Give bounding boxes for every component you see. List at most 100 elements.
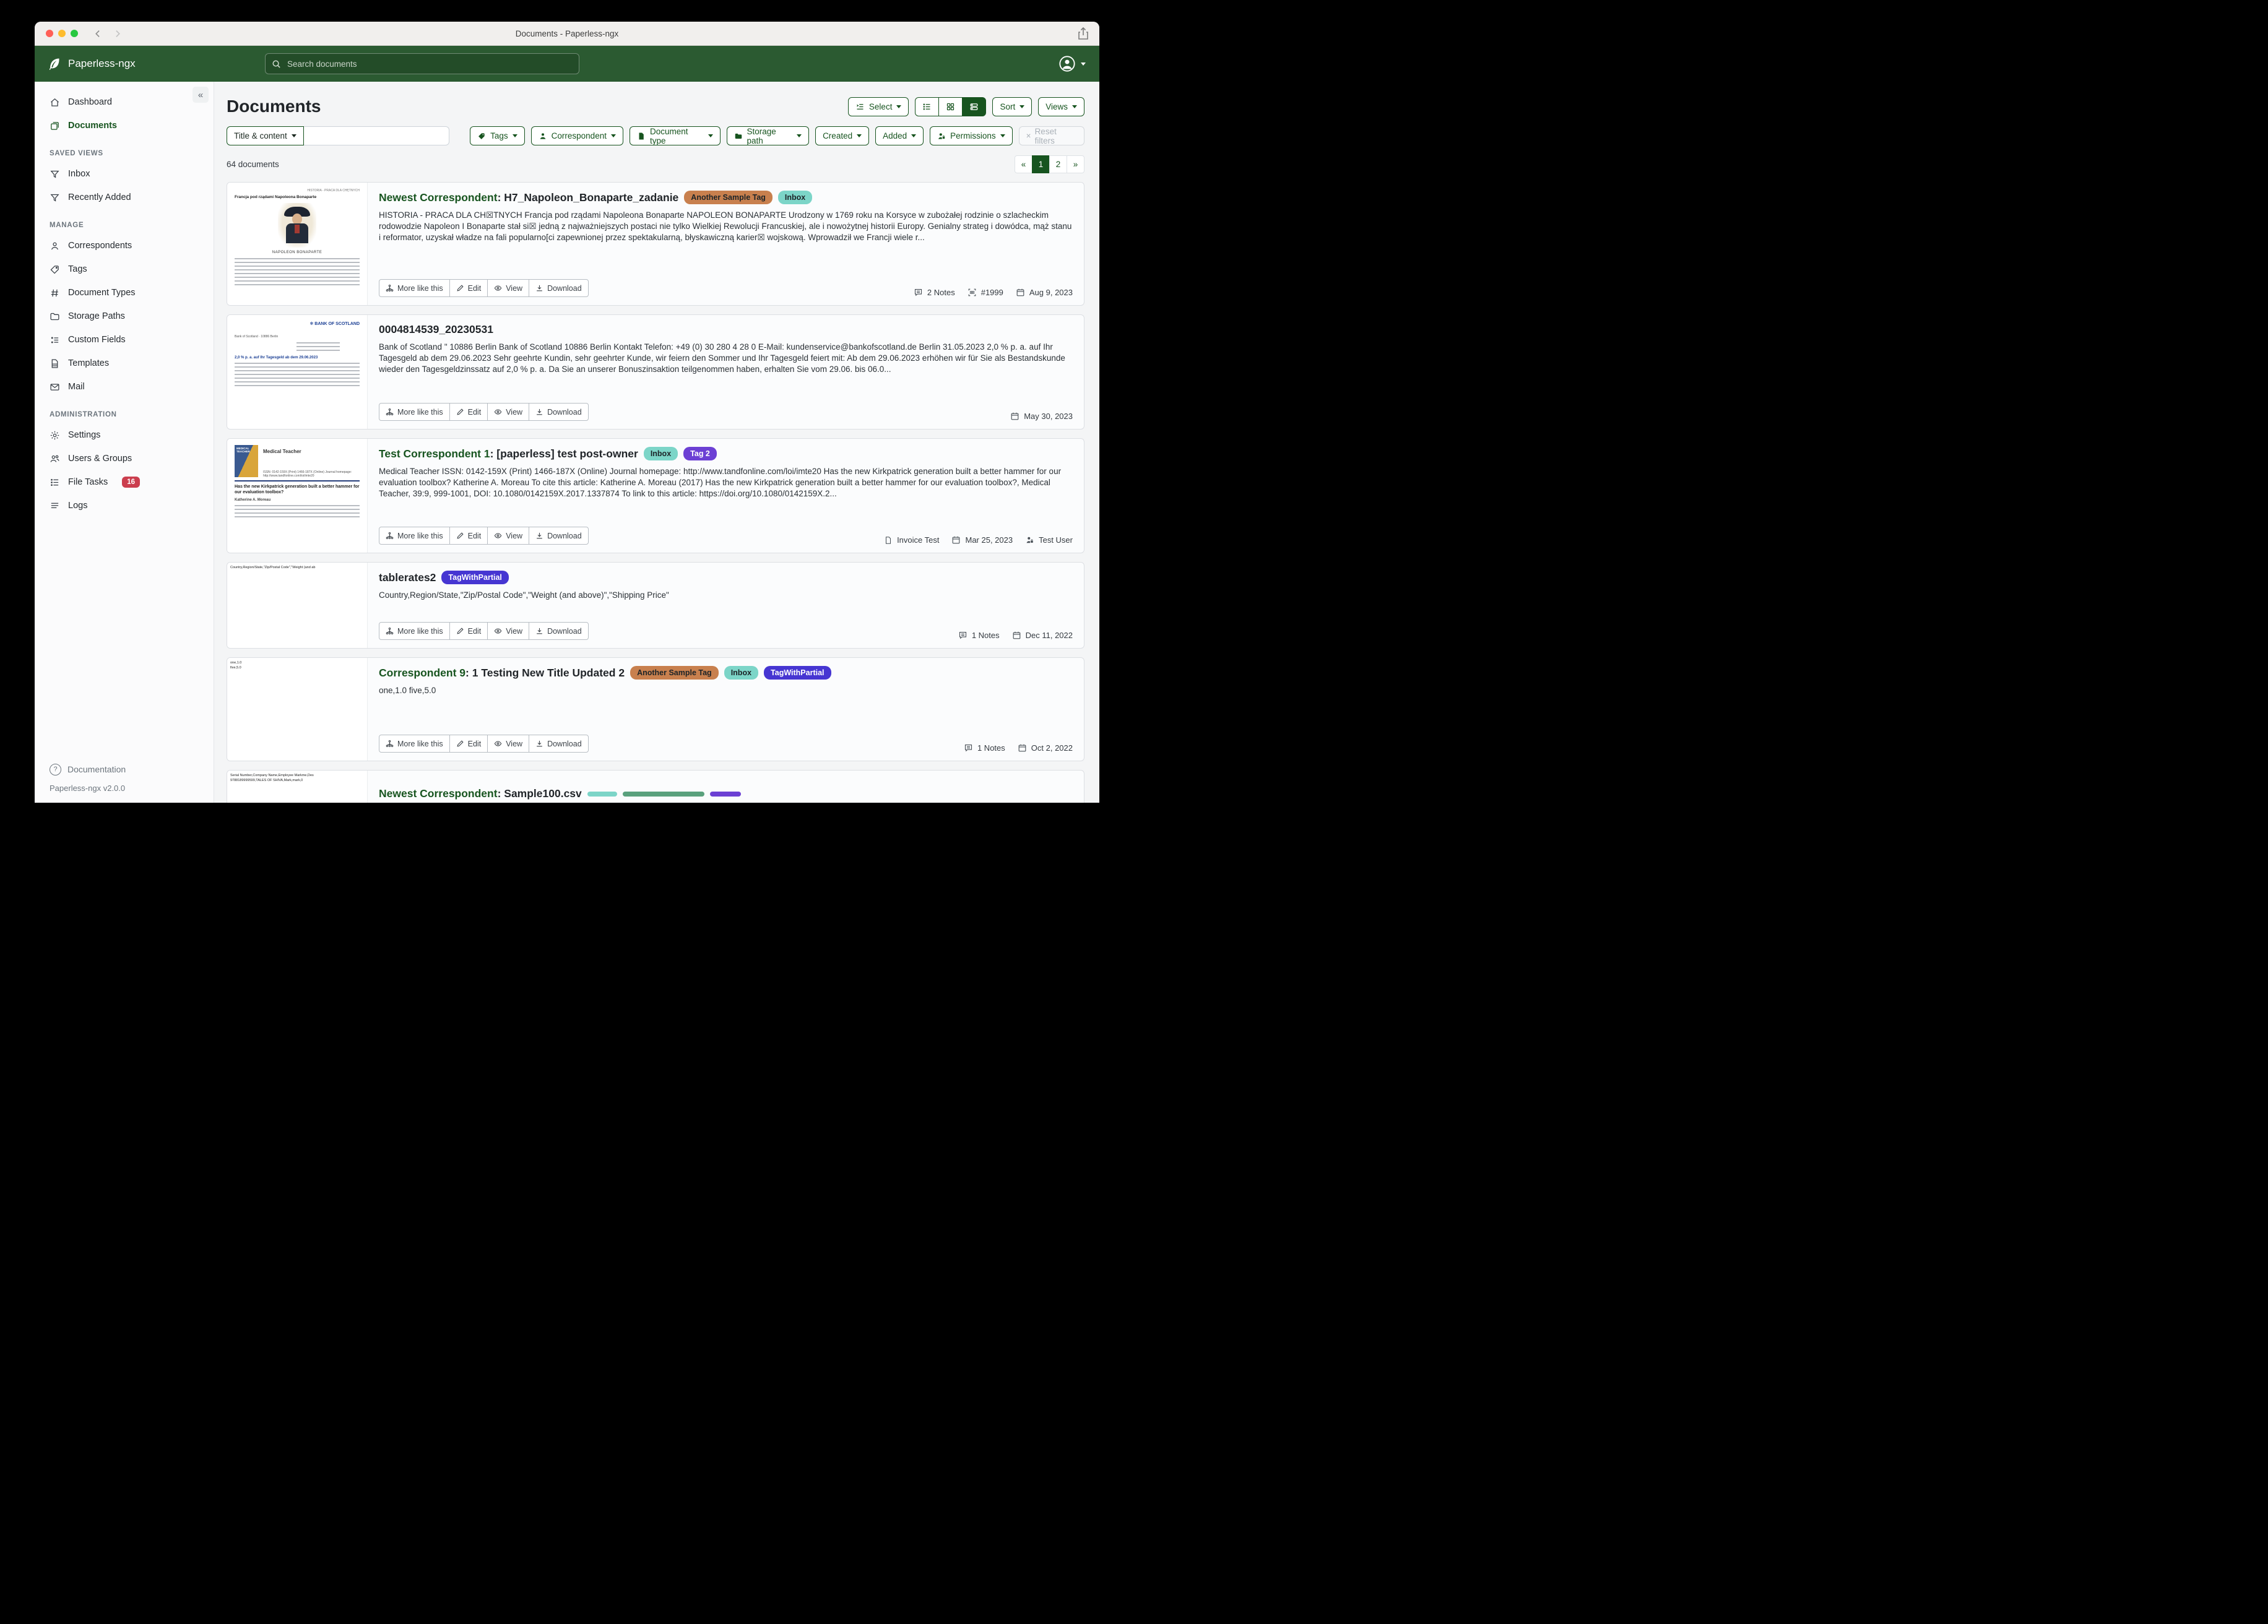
edit-button[interactable]: Edit [449,527,488,545]
document-title-link[interactable]: Correspondent 9: 1 Testing New Title Upd… [379,667,625,680]
date-indicator[interactable]: Dec 11, 2022 [1012,631,1073,640]
sidebar-item-inbox[interactable]: Inbox [35,162,214,186]
sidebar-item-recently-added[interactable]: Recently Added [35,186,214,209]
edit-button[interactable]: Edit [449,403,488,421]
sidebar-collapse-button[interactable]: « [193,87,209,103]
document-thumbnail[interactable]: Country,Region/State,"Zip/Postal Code","… [227,563,368,648]
sidebar-item-file-tasks[interactable]: File Tasks 16 [35,470,214,494]
select-button[interactable]: Select [848,97,909,116]
date-indicator[interactable]: Mar 25, 2023 [951,535,1013,545]
more-like-this-button[interactable]: More like this [379,735,450,753]
pagination-page-1[interactable]: 1 [1032,155,1050,173]
document-title-link[interactable]: 0004814539_20230531 [379,323,493,336]
more-like-this-button[interactable]: More like this [379,279,450,297]
views-button[interactable]: Views [1038,97,1084,116]
notes-indicator[interactable]: 1 Notes [964,743,1005,753]
title-content-dropdown[interactable]: Title & content [227,126,304,145]
sidebar-item-dashboard[interactable]: Dashboard [35,90,214,114]
edit-button[interactable]: Edit [449,279,488,297]
tag-pill[interactable] [623,792,704,797]
more-like-this-button[interactable]: More like this [379,403,450,421]
permissions-filter-button[interactable]: Permissions [930,126,1013,145]
document-thumbnail[interactable]: Serial Number,Company Name,Employee Mark… [227,771,368,803]
sidebar-item-correspondents[interactable]: Correspondents [35,234,214,257]
edit-button[interactable]: Edit [449,735,488,753]
title-content-input[interactable] [304,126,449,145]
added-filter-button[interactable]: Added [875,126,924,145]
pagination-page-2[interactable]: 2 [1049,155,1067,173]
tags-filter-button[interactable]: Tags [470,126,525,145]
document-thumbnail[interactable]: ✻ BANK OF SCOTLAND Bank of Scotland · 10… [227,315,368,429]
document-thumbnail[interactable]: HISTORIA - PRACA DLA CHĘTNYCH Francja po… [227,183,368,305]
download-button[interactable]: Download [529,735,589,753]
download-button[interactable]: Download [529,527,589,545]
documentation-link[interactable]: ? Documentation [35,759,214,780]
tag-pill[interactable]: TagWithPartial [764,666,831,680]
sidebar-item-storage-paths[interactable]: Storage Paths [35,304,214,328]
search-input[interactable] [286,59,573,69]
tag-pill[interactable] [710,792,741,797]
tag-pill[interactable]: TagWithPartial [441,571,508,584]
pagination-next[interactable]: » [1067,155,1084,173]
view-button[interactable]: View [487,622,529,640]
sidebar-item-logs[interactable]: Logs [35,494,214,517]
created-filter-button[interactable]: Created [815,126,869,145]
view-button[interactable]: View [487,403,529,421]
sort-button[interactable]: Sort [992,97,1032,116]
tag-pill[interactable]: Inbox [724,666,758,680]
notes-indicator[interactable]: 1 Notes [958,631,1000,640]
share-icon[interactable] [1077,27,1089,40]
global-search[interactable] [265,53,579,74]
tag-pill[interactable]: Another Sample Tag [684,191,773,204]
document-title-link[interactable]: Test Correspondent 1: [paperless] test p… [379,447,638,460]
sidebar-item-documents[interactable]: Documents [35,114,214,137]
sidebar-item-tags[interactable]: Tags [35,257,214,281]
document-title-link[interactable]: tablerates2 [379,571,436,584]
tag-pill[interactable]: Tag 2 [683,447,717,460]
app-brand[interactable]: Paperless-ngx [35,56,214,71]
download-button[interactable]: Download [529,622,589,640]
notes-indicator[interactable]: 2 Notes [914,288,955,297]
document-type-indicator[interactable]: Invoice Test [884,535,939,545]
zoom-window-button[interactable] [71,30,78,37]
view-button[interactable]: View [487,527,529,545]
tag-pill[interactable]: Another Sample Tag [630,666,719,680]
document-title-link[interactable]: Newest Correspondent: H7_Napoleon_Bonapa… [379,191,678,204]
sidebar-item-templates[interactable]: Templates [35,352,214,375]
more-like-this-button[interactable]: More like this [379,622,450,640]
download-button[interactable]: Download [529,279,589,297]
document-title-link[interactable]: Newest Correspondent: Sample100.csv [379,787,582,800]
sidebar-item-custom-fields[interactable]: Custom Fields [35,328,214,352]
sidebar-item-users-groups[interactable]: Users & Groups [35,447,214,470]
download-button[interactable]: Download [529,403,589,421]
more-like-this-button[interactable]: More like this [379,527,450,545]
date-indicator[interactable]: May 30, 2023 [1010,412,1073,421]
view-button[interactable]: View [487,279,529,297]
document-type-filter-button[interactable]: Document type [630,126,721,145]
pagination-prev[interactable]: « [1015,155,1032,173]
minimize-window-button[interactable] [58,30,66,37]
close-window-button[interactable] [46,30,53,37]
tag-pill[interactable] [587,792,617,797]
user-menu[interactable] [1058,55,1086,72]
sidebar-item-mail[interactable]: Mail [35,375,214,399]
forward-icon[interactable] [113,30,121,38]
storage-path-filter-button[interactable]: Storage path [727,126,810,145]
table-view-button[interactable] [915,97,939,116]
document-thumbnail[interactable]: one,1.0 five,5.0 [227,658,368,761]
tag-pill[interactable]: Inbox [778,191,812,204]
view-button[interactable]: View [487,735,529,753]
back-icon[interactable] [94,30,102,38]
correspondent-filter-button[interactable]: Correspondent [531,126,623,145]
edit-button[interactable]: Edit [449,622,488,640]
sidebar-item-settings[interactable]: Settings [35,423,214,447]
tag-pill[interactable]: Inbox [644,447,678,460]
date-indicator[interactable]: Oct 2, 2022 [1018,743,1073,753]
document-thumbnail[interactable]: MEDICAL TEACHER Medical Teacher ISSN: 01… [227,439,368,553]
reset-filters-button[interactable]: × Reset filters [1019,126,1084,145]
asn-indicator[interactable]: #1999 [967,288,1003,297]
date-indicator[interactable]: Aug 9, 2023 [1016,288,1073,297]
owner-indicator[interactable]: Test User [1025,535,1073,545]
sidebar-item-document-types[interactable]: Document Types [35,281,214,304]
small-cards-view-button[interactable] [938,97,963,116]
